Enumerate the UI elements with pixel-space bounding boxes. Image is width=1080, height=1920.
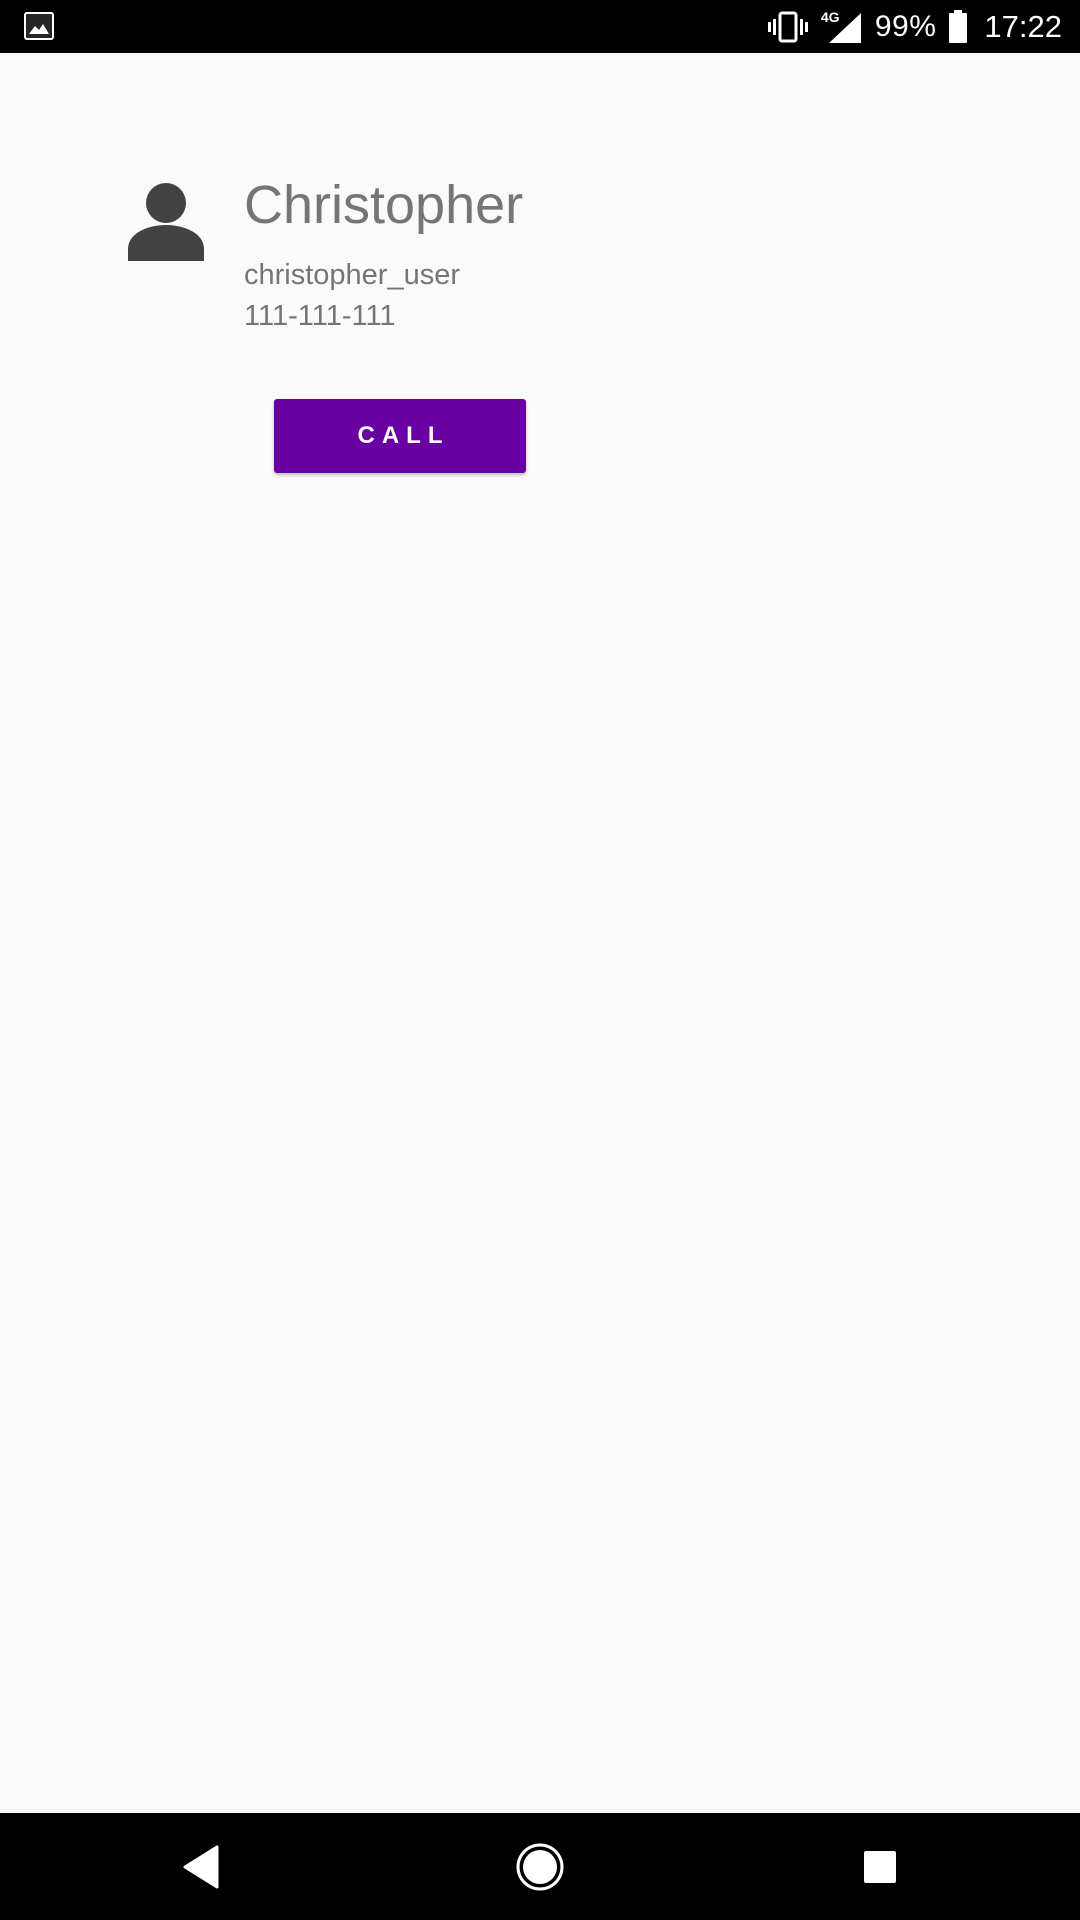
recents-button[interactable] xyxy=(810,1813,950,1920)
back-button[interactable] xyxy=(131,1813,271,1920)
back-triangle-icon xyxy=(183,1845,219,1888)
person-icon xyxy=(128,183,204,261)
navigation-bar xyxy=(0,1813,1080,1920)
battery-percent: 99% xyxy=(874,9,937,43)
battery-icon xyxy=(949,9,968,43)
image-notification-icon xyxy=(24,12,54,40)
home-circle-icon xyxy=(516,1843,564,1890)
contact-name: Christopher xyxy=(244,175,524,235)
contact-phone: 111-111-111 xyxy=(244,300,396,332)
call-button[interactable]: CALL xyxy=(274,399,526,473)
status-icons: 4G 99% 17:22 xyxy=(767,0,1062,53)
vibrate-icon xyxy=(767,11,808,42)
status-time: 17:22 xyxy=(984,8,1062,44)
recents-square-icon xyxy=(864,1850,896,1883)
signal-icon: 4G xyxy=(821,9,863,45)
status-bar: 4G 99% 17:22 xyxy=(0,0,1080,53)
contact-username: christopher_user xyxy=(244,259,460,291)
home-button[interactable] xyxy=(470,1813,610,1920)
